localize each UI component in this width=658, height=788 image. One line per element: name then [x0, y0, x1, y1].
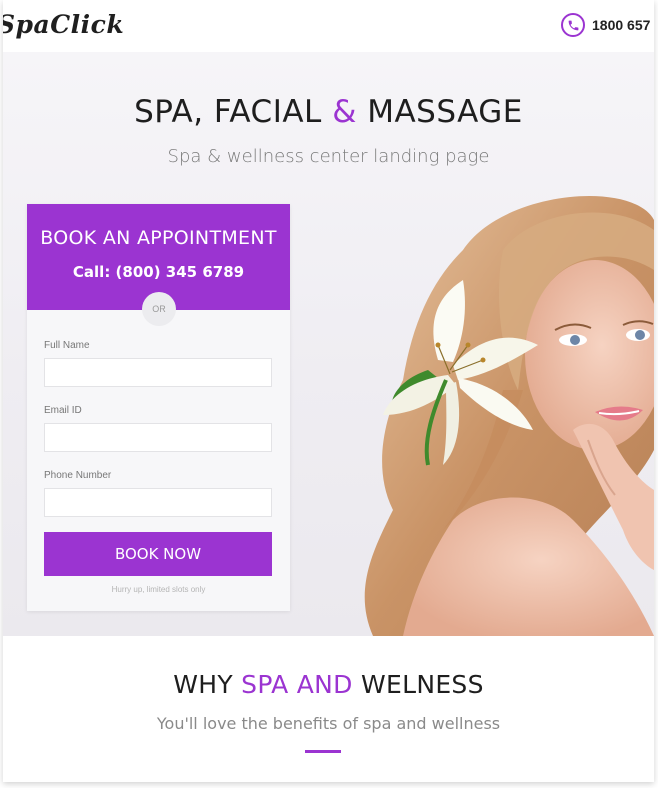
booking-header: BOOK AN APPOINTMENT Call: (800) 345 6789…	[27, 204, 290, 326]
booking-call-link[interactable]: Call: (800) 345 6789	[27, 249, 290, 281]
hero-title-amp: &	[332, 94, 357, 130]
logo[interactable]: SpaClick	[3, 10, 124, 39]
why-subtitle: You'll love the benefits of spa and well…	[156, 714, 501, 733]
phone-number: 1800 657	[592, 17, 651, 33]
why-title-part1: WHY	[173, 670, 242, 699]
phone-contact[interactable]: 1800 657	[561, 13, 650, 37]
phone-input[interactable]	[44, 488, 272, 517]
why-divider	[305, 750, 341, 753]
phone-label: Phone Number	[44, 470, 112, 481]
hero-portrait-image	[364, 196, 654, 636]
booking-title: BOOK AN APPOINTMENT	[40, 227, 277, 249]
hero-section: SPA, FACIAL & MASSAGE Spa & wellness cen…	[3, 52, 654, 636]
why-title: WHY SPA AND WELNESS	[3, 670, 654, 699]
why-title-accent: SPA AND	[241, 670, 353, 699]
phone-icon	[561, 13, 585, 37]
book-now-button[interactable]: BOOK NOW	[44, 532, 272, 576]
why-title-part2: WELNESS	[352, 670, 484, 699]
hero-title: SPA, FACIAL & MASSAGE	[3, 94, 654, 130]
email-input[interactable]	[44, 423, 272, 452]
booking-note: Hurry up, limited slots only	[111, 585, 206, 594]
hero-title-part1: SPA, FACIAL	[134, 94, 333, 130]
email-label: Email ID	[44, 405, 82, 416]
hero-subtitle: Spa & wellness center landing page	[167, 146, 490, 167]
hero-title-part2: MASSAGE	[356, 94, 523, 130]
top-bar: SpaClick 1800 657	[3, 0, 654, 52]
page-frame: SpaClick 1800 657 SPA, FACIAL & MASSAGE …	[3, 0, 654, 782]
or-divider: OR	[142, 292, 176, 326]
full-name-input[interactable]	[44, 358, 272, 387]
full-name-label: Full Name	[44, 340, 90, 351]
booking-card: BOOK AN APPOINTMENT Call: (800) 345 6789…	[27, 204, 290, 611]
why-section: WHY SPA AND WELNESS You'll love the bene…	[3, 636, 654, 782]
